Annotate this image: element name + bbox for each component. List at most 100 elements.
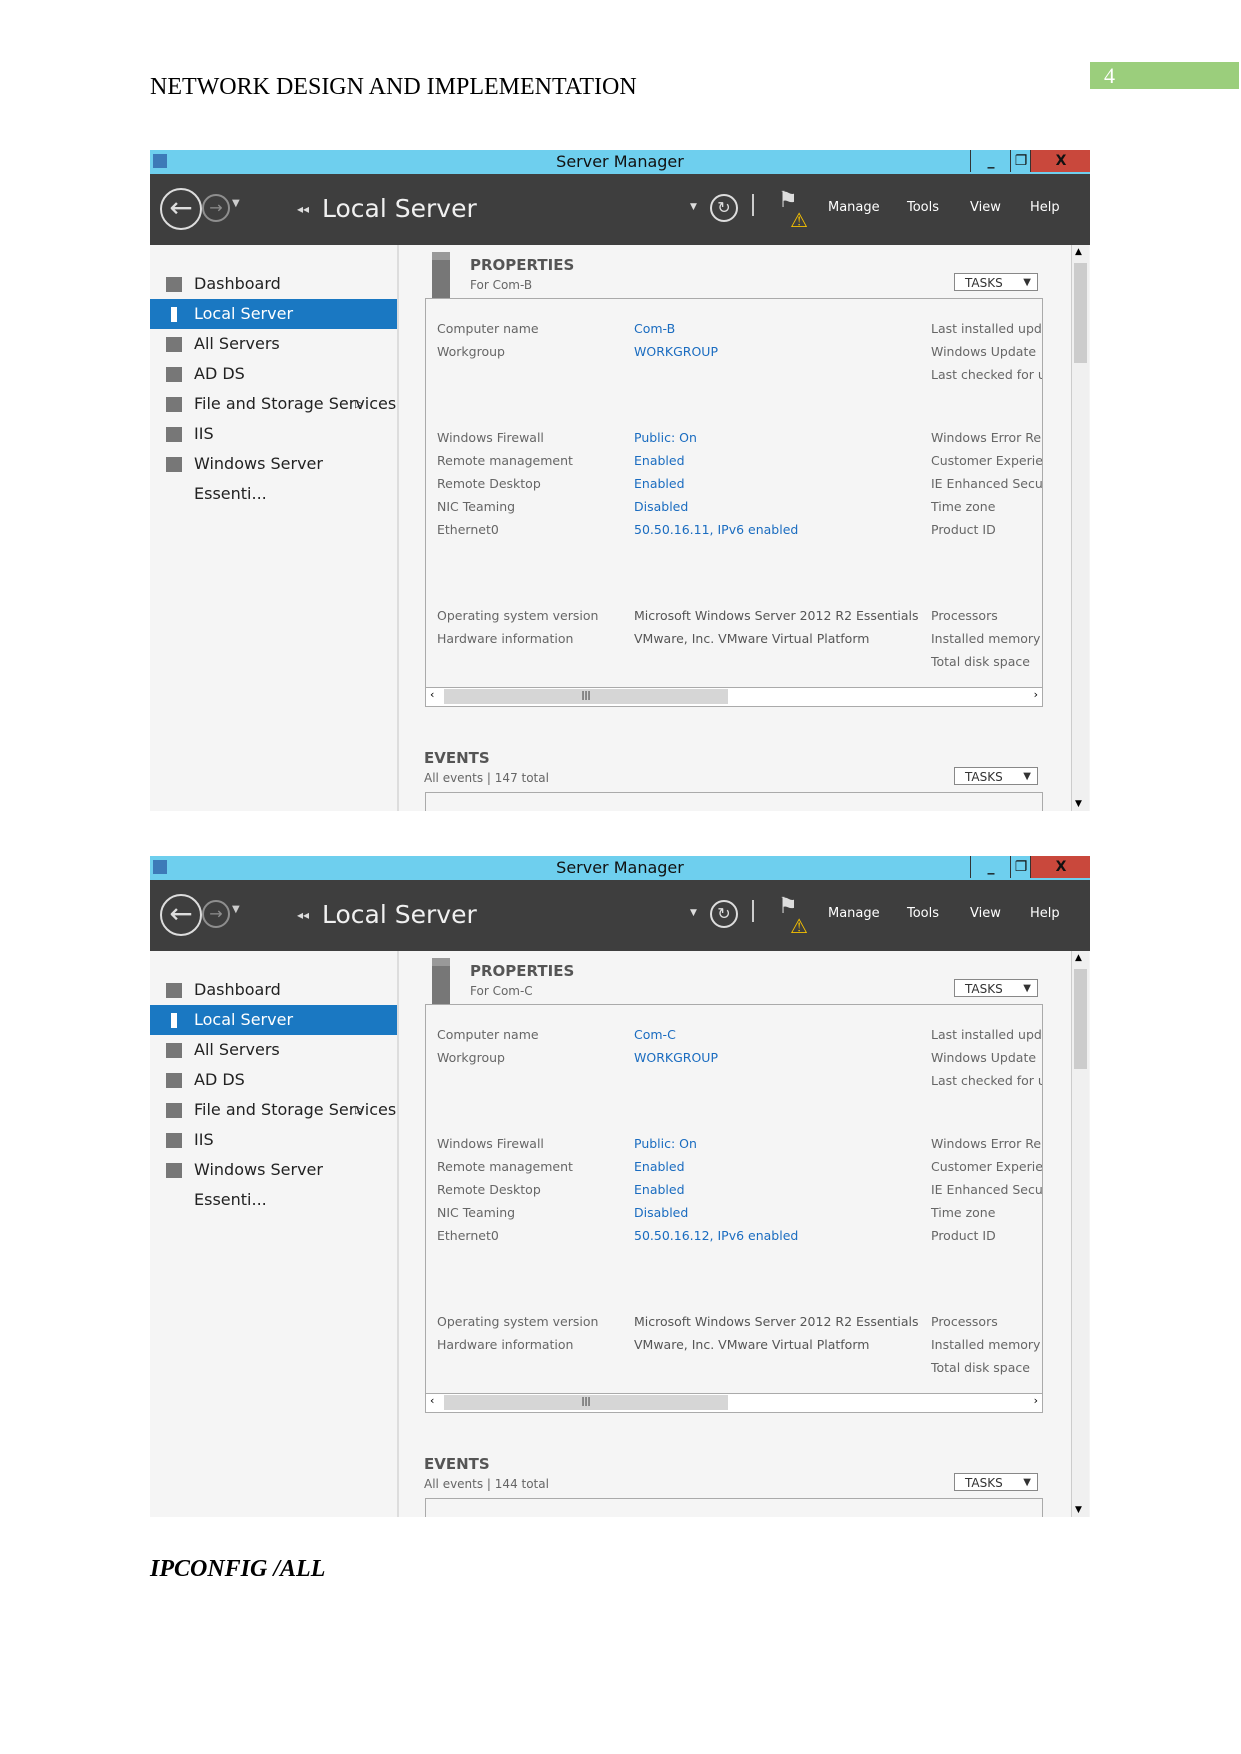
menu-help[interactable]: Help bbox=[1030, 906, 1060, 921]
expand-arrow-icon[interactable]: ▷ bbox=[355, 1095, 363, 1125]
property-value[interactable]: WORKGROUP bbox=[634, 1050, 718, 1065]
warning-icon: ⚠ bbox=[790, 914, 808, 938]
title-bar: Server Manager _ ❐ X bbox=[150, 150, 1090, 174]
properties-panel: Computer name Com-B Last installed upd Work… bbox=[425, 298, 1043, 707]
menu-tools[interactable]: Tools bbox=[907, 200, 939, 215]
property-value[interactable]: Public: On bbox=[634, 430, 697, 445]
history-dropdown-icon[interactable]: ▼ bbox=[232, 904, 240, 915]
sidebar-item[interactable]: Dashboard bbox=[150, 975, 397, 1005]
forward-button[interactable]: → bbox=[202, 194, 230, 222]
properties-tasks-button[interactable]: TASKS ▼ bbox=[954, 979, 1038, 997]
property-value[interactable]: Com-C bbox=[634, 1027, 676, 1042]
scroll-up-icon[interactable]: ▲ bbox=[1075, 247, 1082, 257]
property-value[interactable]: Disabled bbox=[634, 499, 688, 514]
back-button[interactable]: ← bbox=[160, 188, 202, 230]
restore-button[interactable]: ❐ bbox=[1010, 150, 1031, 172]
property-value[interactable]: Public: On bbox=[634, 1136, 697, 1151]
property-label: Remote Desktop bbox=[437, 1182, 541, 1197]
horizontal-scrollbar[interactable]: ‹ ||| › bbox=[426, 1393, 1042, 1412]
scroll-right-icon[interactable]: › bbox=[1034, 1394, 1038, 1407]
sidebar-item[interactable]: File and Storage Services ▷ bbox=[150, 1095, 397, 1125]
sidebar-item[interactable]: Windows Server Essenti... bbox=[150, 449, 397, 503]
scrollbar-thumb[interactable]: ||| bbox=[444, 689, 728, 704]
scrollbar-thumb[interactable]: ||| bbox=[444, 1395, 728, 1410]
sidebar-item[interactable]: AD DS bbox=[150, 359, 397, 389]
minimize-button[interactable]: _ bbox=[970, 856, 1011, 878]
refresh-icon[interactable]: ↻ bbox=[710, 900, 738, 928]
sidebar-item[interactable]: Dashboard bbox=[150, 269, 397, 299]
events-tasks-button[interactable]: TASKS ▼ bbox=[954, 767, 1038, 785]
menu-help[interactable]: Help bbox=[1030, 200, 1060, 215]
scrollbar-thumb[interactable] bbox=[1074, 969, 1087, 1069]
events-summary: All events | 147 total bbox=[424, 771, 549, 785]
dropdown-icon[interactable]: ▼ bbox=[690, 908, 697, 918]
sidebar-item[interactable]: File and Storage Services ▷ bbox=[150, 389, 397, 419]
menu-view[interactable]: View bbox=[970, 200, 1001, 215]
property-value[interactable]: Enabled bbox=[634, 476, 685, 491]
refresh-icon[interactable]: ↻ bbox=[710, 194, 738, 222]
properties-tasks-button[interactable]: TASKS ▼ bbox=[954, 273, 1038, 291]
close-button[interactable]: X bbox=[1030, 150, 1090, 172]
sidebar-item[interactable]: Local Server bbox=[150, 299, 397, 329]
sidebar-item[interactable]: All Servers bbox=[150, 1035, 397, 1065]
breadcrumb-chevron-icon: ◂◂ bbox=[297, 202, 310, 216]
scroll-up-icon[interactable]: ▲ bbox=[1075, 953, 1082, 963]
vertical-scrollbar[interactable]: ▲ ▼ bbox=[1071, 245, 1089, 811]
property-value[interactable]: 50.50.16.11, IPv6 enabled bbox=[634, 522, 798, 537]
horizontal-scrollbar[interactable]: ‹ ||| › bbox=[426, 687, 1042, 706]
restore-button[interactable]: ❐ bbox=[1010, 856, 1031, 878]
property-label: Remote management bbox=[437, 453, 573, 468]
scroll-left-icon[interactable]: ‹ bbox=[430, 1394, 434, 1407]
expand-arrow-icon[interactable]: ▷ bbox=[355, 389, 363, 419]
property-value[interactable]: Enabled bbox=[634, 453, 685, 468]
property-value[interactable]: WORKGROUP bbox=[634, 344, 718, 359]
property-label-right: Processors bbox=[931, 1314, 998, 1329]
page-number: 4 bbox=[1090, 62, 1239, 89]
dropdown-icon[interactable]: ▼ bbox=[690, 202, 697, 212]
property-label: Computer name bbox=[437, 1027, 539, 1042]
back-button[interactable]: ← bbox=[160, 894, 202, 936]
sidebar-item-label: AD DS bbox=[194, 1070, 245, 1089]
sidebar-item[interactable]: IIS bbox=[150, 1125, 397, 1155]
property-label-right: Windows Update bbox=[931, 1050, 1037, 1065]
menu-tools[interactable]: Tools bbox=[907, 906, 939, 921]
server-manager-window: Server Manager _ ❐ X ← → ▼ ◂◂ Local Serv… bbox=[150, 150, 1090, 811]
sidebar-item[interactable]: IIS bbox=[150, 419, 397, 449]
window-title: Server Manager bbox=[556, 152, 684, 171]
scroll-left-icon[interactable]: ‹ bbox=[430, 688, 434, 701]
sidebar-item[interactable]: All Servers bbox=[150, 329, 397, 359]
server-icon bbox=[432, 252, 450, 298]
sidebar-item[interactable]: Local Server bbox=[150, 1005, 397, 1035]
property-label-right: Product ID bbox=[931, 522, 996, 537]
scrollbar-thumb[interactable] bbox=[1074, 263, 1087, 363]
scroll-down-icon[interactable]: ▼ bbox=[1075, 799, 1082, 809]
sidebar-item-label: IIS bbox=[194, 1130, 214, 1149]
server-role-icon bbox=[166, 337, 182, 352]
menu-manage[interactable]: Manage bbox=[828, 906, 880, 921]
scroll-down-icon[interactable]: ▼ bbox=[1075, 1505, 1082, 1515]
history-dropdown-icon[interactable]: ▼ bbox=[232, 198, 240, 209]
sidebar-item[interactable]: Windows Server Essenti... bbox=[150, 1155, 397, 1209]
property-label: Remote management bbox=[437, 1159, 573, 1174]
property-value[interactable]: Com-B bbox=[634, 321, 675, 336]
property-label-right: Last checked for u bbox=[931, 1073, 1043, 1088]
menu-view[interactable]: View bbox=[970, 906, 1001, 921]
sidebar: Dashboard Local Server All Servers AD DS Fil… bbox=[150, 951, 399, 1517]
sidebar-item-label: All Servers bbox=[194, 334, 280, 353]
forward-button[interactable]: → bbox=[202, 900, 230, 928]
vertical-scrollbar[interactable]: ▲ ▼ bbox=[1071, 951, 1089, 1517]
events-tasks-button[interactable]: TASKS ▼ bbox=[954, 1473, 1038, 1491]
scroll-right-icon[interactable]: › bbox=[1034, 688, 1038, 701]
sidebar-item[interactable]: AD DS bbox=[150, 1065, 397, 1095]
property-label: Remote Desktop bbox=[437, 476, 541, 491]
property-value[interactable]: 50.50.16.12, IPv6 enabled bbox=[634, 1228, 798, 1243]
close-button[interactable]: X bbox=[1030, 856, 1090, 878]
server-role-icon bbox=[166, 983, 182, 998]
minimize-button[interactable]: _ bbox=[970, 150, 1011, 172]
menu-manage[interactable]: Manage bbox=[828, 200, 880, 215]
property-label: Operating system version bbox=[437, 608, 599, 623]
property-value[interactable]: Enabled bbox=[634, 1159, 685, 1174]
property-value[interactable]: Disabled bbox=[634, 1205, 688, 1220]
property-value[interactable]: Enabled bbox=[634, 1182, 685, 1197]
server-role-icon bbox=[166, 457, 182, 472]
